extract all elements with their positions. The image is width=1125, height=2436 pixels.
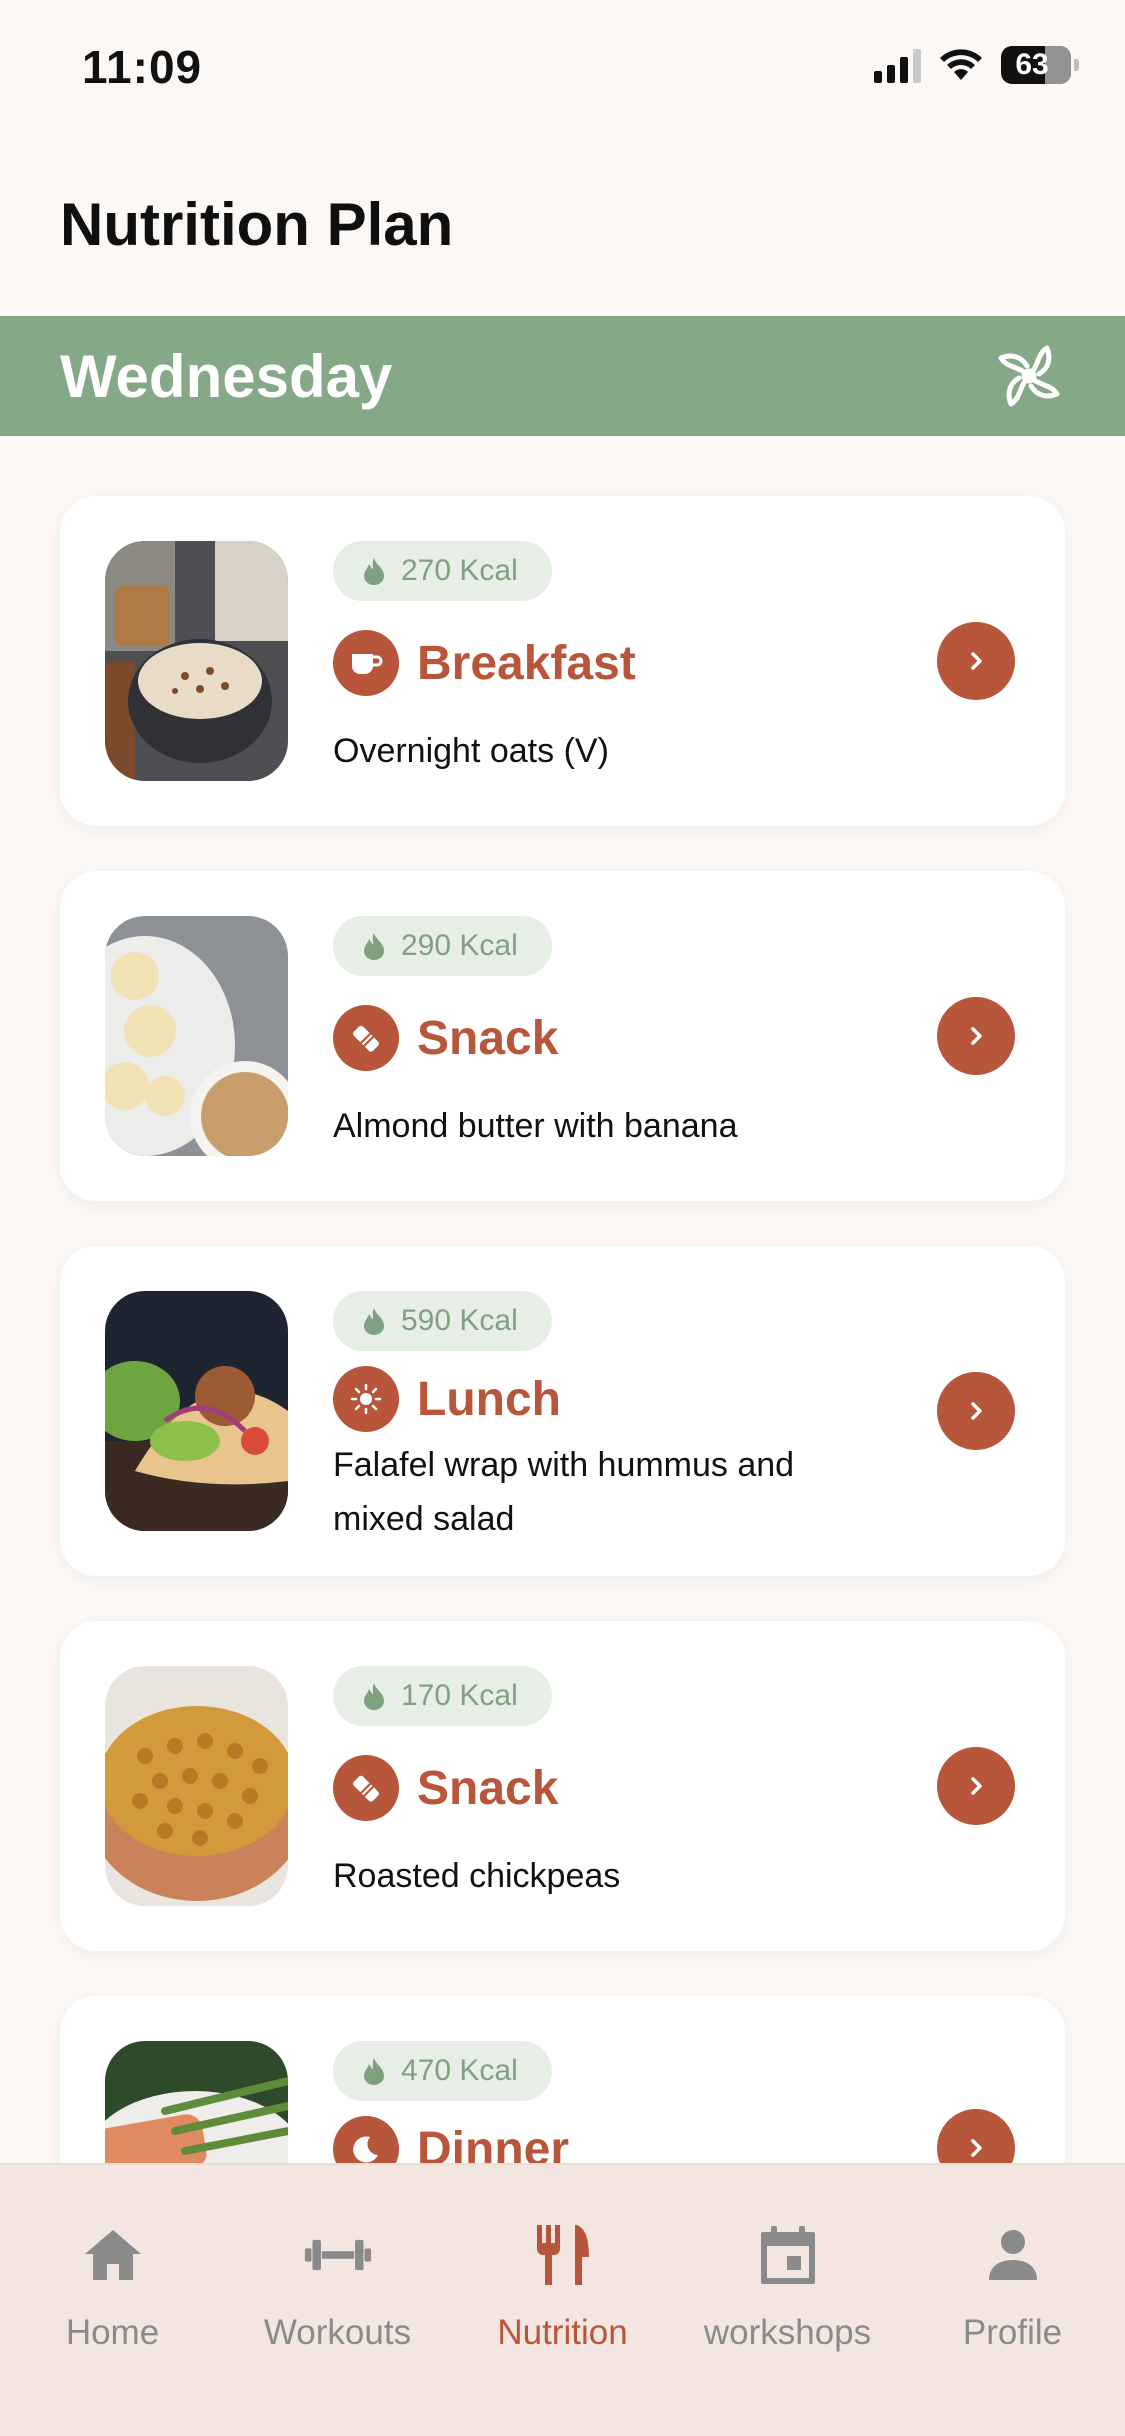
- person-icon: [978, 2220, 1048, 2290]
- flame-icon: [364, 1308, 384, 1335]
- almond-butter-banana-photo: [105, 916, 288, 1156]
- bottom-tab-bar: Home Workouts Nutrition workshops Profil…: [0, 2163, 1125, 2436]
- sun-icon: [333, 1366, 399, 1432]
- nutrition-plan-screen: 11:09 63 Nutrition Plan Wednesday 270 Kc…: [0, 0, 1125, 2436]
- page-title: Nutrition Plan: [60, 191, 454, 258]
- meal-description: Almond butter with banana: [333, 1107, 738, 1145]
- open-meal-button[interactable]: [937, 997, 1015, 1075]
- meal-type: Snack: [333, 1755, 558, 1821]
- dumbbell-icon: [303, 2220, 373, 2290]
- day-label: Wednesday: [60, 342, 393, 410]
- open-meal-button[interactable]: [937, 1747, 1015, 1825]
- falafel-wrap-photo: [105, 1291, 288, 1531]
- kcal-value: 170 Kcal: [401, 1679, 518, 1712]
- calendar-icon: [753, 2220, 823, 2290]
- kcal-badge: 590 Kcal: [333, 1291, 552, 1351]
- status-time: 11:09: [82, 41, 203, 93]
- meal-type: Snack: [333, 1005, 558, 1071]
- tab-home[interactable]: Home: [0, 2165, 225, 2436]
- wifi-icon: [940, 49, 982, 80]
- open-meal-button[interactable]: [937, 1372, 1015, 1450]
- battery-icon: 63: [1001, 46, 1079, 84]
- kcal-value: 290 Kcal: [401, 929, 518, 962]
- brand-logo-icon: [998, 345, 1060, 407]
- meal-description: Overnight oats (V): [333, 732, 609, 770]
- meal-card-snack[interactable]: 170 Kcal Snack Roasted chickpeas: [60, 1621, 1065, 1951]
- meal-card-lunch[interactable]: 590 Kcal Lunch Falafel wrap with hummus …: [60, 1246, 1065, 1576]
- day-banner: Wednesday: [0, 316, 1125, 436]
- tab-label: Profile: [962, 2313, 1063, 2352]
- kcal-value: 590 Kcal: [401, 1304, 518, 1337]
- meal-type: Breakfast: [333, 630, 636, 696]
- snack-bar-icon: [333, 1005, 399, 1071]
- meal-type-label: Snack: [417, 1011, 559, 1065]
- roasted-chickpeas-photo: [105, 1666, 288, 1906]
- battery-level: 63: [1015, 48, 1049, 81]
- kcal-value: 470 Kcal: [401, 2054, 518, 2087]
- tab-label: Nutrition: [497, 2313, 628, 2352]
- chevron-right-icon: [971, 652, 982, 670]
- kcal-badge: 470 Kcal: [333, 2041, 552, 2101]
- tab-workouts[interactable]: Workouts: [225, 2165, 450, 2436]
- tab-label: Workouts: [263, 2313, 412, 2352]
- tab-nutrition[interactable]: Nutrition: [450, 2165, 675, 2436]
- meal-description: Roasted chickpeas: [333, 1857, 621, 1895]
- meal-type-label: Snack: [417, 1761, 559, 1815]
- cellular-signal-icon: [874, 47, 921, 83]
- meal-card-breakfast[interactable]: 270 Kcal Breakfast Overnight oats (V): [60, 496, 1065, 826]
- chevron-right-icon: [971, 1777, 982, 1795]
- flame-icon: [364, 1683, 384, 1710]
- open-meal-button[interactable]: [937, 622, 1015, 700]
- meal-description: Falafel wrap with hummus and mixed salad: [333, 1446, 795, 1538]
- tab-label: Home: [65, 2313, 160, 2352]
- meal-type: Lunch: [333, 1366, 561, 1432]
- chevron-right-icon: [971, 1027, 982, 1045]
- flame-icon: [364, 558, 384, 585]
- status-icons: 63: [874, 46, 1079, 84]
- kcal-badge: 270 Kcal: [333, 541, 552, 601]
- kcal-value: 270 Kcal: [401, 554, 518, 587]
- chevron-right-icon: [971, 2139, 982, 2157]
- chevron-right-icon: [971, 1402, 982, 1420]
- meal-card-snack[interactable]: 290 Kcal Snack Almond butter with banana: [60, 871, 1065, 1201]
- home-icon: [78, 2220, 148, 2290]
- coffee-cup-icon: [333, 630, 399, 696]
- tab-workshops[interactable]: workshops: [675, 2165, 900, 2436]
- tab-profile[interactable]: Profile: [900, 2165, 1125, 2436]
- meal-type-label: Lunch: [417, 1372, 561, 1426]
- status-bar: 11:09 63: [0, 0, 1125, 140]
- snack-bar-icon: [333, 1755, 399, 1821]
- fork-knife-icon: [528, 2220, 598, 2290]
- tab-label: workshops: [703, 2313, 872, 2352]
- meal-type-label: Breakfast: [417, 636, 636, 690]
- flame-icon: [364, 933, 384, 960]
- kcal-badge: 290 Kcal: [333, 916, 552, 976]
- overnight-oats-photo: [105, 541, 288, 781]
- flame-icon: [364, 2058, 384, 2085]
- kcal-badge: 170 Kcal: [333, 1666, 552, 1726]
